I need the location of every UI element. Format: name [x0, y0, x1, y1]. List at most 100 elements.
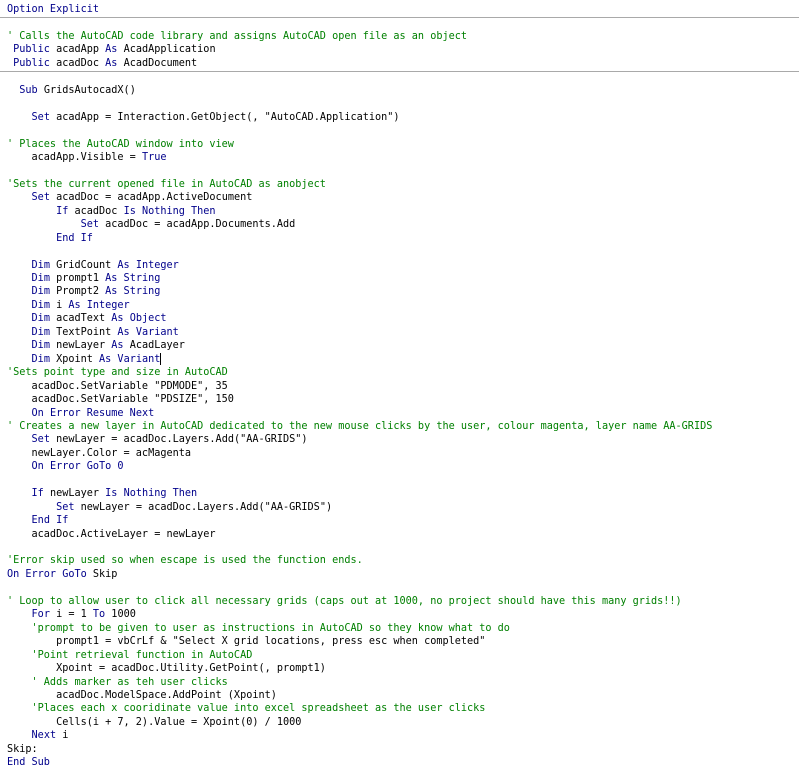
- code-token: acadDoc.SetVariable "PDMODE", 35: [7, 380, 228, 392]
- code-line[interactable]: On Error GoTo 0: [7, 460, 124, 473]
- code-token: GridCount: [49, 259, 118, 271]
- keyword-token: Set: [31, 111, 50, 123]
- code-line[interactable]: prompt1 = vbCrLf & "Select X grid locati…: [7, 635, 485, 648]
- code-line[interactable]: ' Calls the AutoCAD code library and ass…: [7, 30, 467, 43]
- keyword-token: Public: [13, 57, 50, 69]
- code-line[interactable]: If acadDoc Is Nothing Then: [7, 205, 216, 218]
- code-line[interactable]: Sub GridsAutocadX(): [7, 84, 136, 97]
- code-line[interactable]: acadDoc.SetVariable "PDMODE", 35: [7, 380, 228, 393]
- code-line[interactable]: Set acadDoc = acadApp.ActiveDocument: [7, 191, 253, 204]
- code-token: acadApp = Interaction.GetObject(, "AutoC…: [49, 111, 400, 123]
- keyword-token: Dim: [31, 326, 50, 338]
- keyword-token: Sub: [19, 84, 38, 96]
- code-line[interactable]: ' Creates a new layer in AutoCAD dedicat…: [7, 420, 712, 433]
- code-line[interactable]: Dim newLayer As AcadLayer: [7, 339, 185, 352]
- code-line[interactable]: Dim GridCount As Integer: [7, 259, 179, 272]
- comment-token: ' Adds marker as teh user clicks: [7, 676, 228, 688]
- keyword-token: If: [31, 488, 44, 500]
- code-line[interactable]: On Error GoTo Skip: [7, 568, 117, 581]
- code-line[interactable]: ' Loop to allow user to click all necess…: [7, 595, 682, 608]
- code-line[interactable]: Dim prompt1 As String: [7, 272, 161, 285]
- code-editor[interactable]: Option Explicit ' Calls the AutoCAD code …: [0, 0, 799, 774]
- code-line[interactable]: If newLayer Is Nothing Then: [7, 487, 198, 500]
- code-line[interactable]: End If: [7, 232, 93, 245]
- code-line[interactable]: ' Adds marker as teh user clicks: [7, 676, 228, 689]
- code-line[interactable]: 'Point retrieval function in AutoCAD: [7, 649, 253, 662]
- comment-token: ' Calls the AutoCAD code library and ass…: [7, 30, 468, 42]
- code-line[interactable]: 'Sets point type and size in AutoCAD: [7, 366, 228, 379]
- code-line[interactable]: Public acadDoc As AcadDocument: [7, 57, 197, 70]
- code-line[interactable]: Set acadDoc = acadApp.Documents.Add: [7, 218, 296, 231]
- code-token: acadDoc.ModelSpace.AddPoint (Xpoint): [7, 689, 277, 701]
- keyword-token: As Integer: [68, 299, 130, 311]
- code-token: acadText: [49, 313, 112, 325]
- code-token: AcadApplication: [117, 44, 216, 56]
- keyword-token: Set: [31, 192, 50, 204]
- comment-token: 'prompt to be given to user as instructi…: [7, 622, 510, 634]
- code-line[interactable]: Set newLayer = acadDoc.Layers.Add("AA-GR…: [7, 501, 332, 514]
- code-line[interactable]: acadDoc.ModelSpace.AddPoint (Xpoint): [7, 689, 277, 702]
- keyword-token: Next: [31, 730, 57, 742]
- code-line[interactable]: Dim Prompt2 As String: [7, 285, 161, 298]
- keyword-token: Dim: [31, 286, 50, 298]
- code-line[interactable]: Dim TextPoint As Variant: [7, 326, 179, 339]
- code-token: TextPoint: [49, 326, 118, 338]
- comment-token: 'Sets the current opened file in AutoCAD…: [7, 178, 326, 190]
- code-token: newLayer: [43, 488, 106, 500]
- code-line[interactable]: Dim Xpoint As Variant: [7, 352, 162, 366]
- code-line[interactable]: Skip:: [7, 743, 38, 756]
- code-line[interactable]: ' Places the AutoCAD window into view: [7, 138, 234, 151]
- code-token: newLayer = acadDoc.Layers.Add("AA-GRIDS"…: [74, 501, 333, 513]
- code-line[interactable]: acadDoc.SetVariable "PDSIZE", 150: [7, 393, 234, 406]
- code-line[interactable]: 'Sets the current opened file in AutoCAD…: [7, 178, 326, 191]
- code-line[interactable]: Xpoint = acadDoc.Utility.GetPoint(, prom…: [7, 662, 326, 675]
- keyword-token: True: [141, 151, 167, 163]
- code-line[interactable]: 'Error skip used so when escape is used …: [7, 554, 363, 567]
- code-line[interactable]: newLayer.Color = acMagenta: [7, 447, 191, 460]
- code-line[interactable]: 'prompt to be given to user as instructi…: [7, 622, 510, 635]
- keyword-token: Dim: [31, 313, 50, 325]
- keyword-token: As: [111, 340, 124, 352]
- code-token: newLayer: [49, 340, 112, 352]
- code-line[interactable]: Public acadApp As AcadApplication: [7, 43, 216, 56]
- code-line[interactable]: acadApp.Visible = True: [7, 151, 167, 164]
- code-line[interactable]: Option Explicit: [7, 3, 99, 16]
- code-line[interactable]: acadDoc.ActiveLayer = newLayer: [7, 528, 216, 541]
- code-token: acadDoc = acadApp.ActiveDocument: [49, 192, 253, 204]
- text-cursor: [160, 352, 162, 365]
- keyword-token: As: [105, 57, 118, 69]
- code-token: Xpoint = acadDoc.Utility.GetPoint(, prom…: [7, 663, 326, 674]
- keyword-token: Dim: [31, 273, 50, 284]
- comment-token: ' Places the AutoCAD window into view: [7, 138, 234, 150]
- keyword-token: Set: [31, 434, 50, 446]
- code-line[interactable]: Next i: [7, 729, 69, 742]
- code-line[interactable]: End Sub: [7, 756, 50, 769]
- code-token: i = 1: [49, 609, 93, 621]
- code-line[interactable]: Set newLayer = acadDoc.Layers.Add("AA-GR…: [7, 433, 308, 446]
- code-line[interactable]: Cells(i + 7, 2).Value = Xpoint(0) / 1000: [7, 716, 301, 729]
- keyword-token: As String: [105, 286, 161, 298]
- code-line[interactable]: On Error Resume Next: [7, 407, 155, 420]
- code-line[interactable]: Dim i As Integer: [7, 299, 130, 312]
- keyword-token: As: [105, 44, 118, 56]
- keyword-token: As Object: [111, 313, 167, 325]
- code-line[interactable]: 'Places each x cooridinate value into ex…: [7, 702, 486, 715]
- code-token: Cells(i + 7, 2).Value = Xpoint(0) / 1000: [7, 716, 302, 728]
- code-line[interactable]: Set acadApp = Interaction.GetObject(, "A…: [7, 111, 400, 124]
- keyword-token: On Error GoTo: [7, 568, 87, 580]
- code-line[interactable]: End If: [7, 514, 69, 527]
- comment-token: 'Point retrieval function in AutoCAD: [7, 649, 253, 661]
- code-line[interactable]: Dim acadText As Object: [7, 312, 167, 325]
- code-token: 1000: [105, 609, 136, 621]
- code-token: AcadDocument: [117, 57, 198, 69]
- code-line[interactable]: For i = 1 To 1000: [7, 608, 136, 621]
